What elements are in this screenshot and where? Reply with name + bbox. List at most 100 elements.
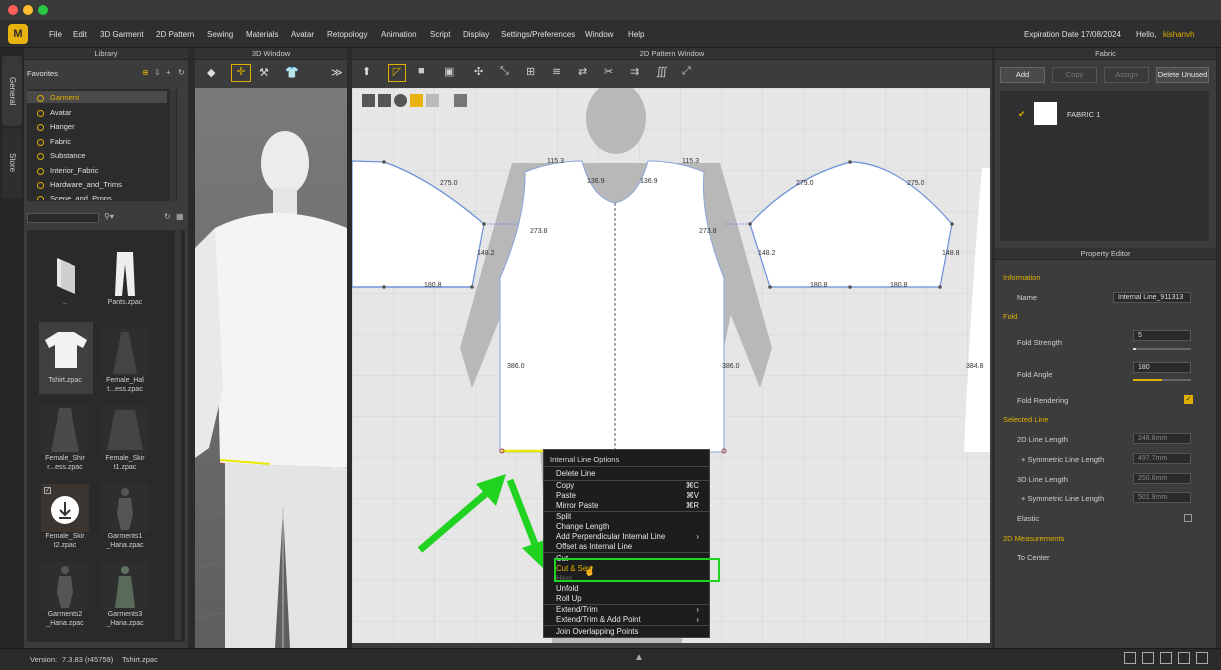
menu-file[interactable]: File xyxy=(49,30,62,39)
female-skirt1-item[interactable] xyxy=(101,406,149,454)
section-fold[interactable]: Fold xyxy=(1003,312,1018,321)
grid-tool-icon[interactable]: ⊞ xyxy=(526,65,535,78)
maximize-window-button[interactable] xyxy=(38,5,48,15)
plus-icon[interactable]: + xyxy=(166,68,171,77)
menu-window[interactable]: Window xyxy=(585,30,613,39)
library-search-input[interactable] xyxy=(27,213,99,223)
elastic-checkbox[interactable] xyxy=(1184,514,1192,522)
canvas-tool-icon[interactable] xyxy=(426,94,439,107)
menu-copy[interactable]: Copy xyxy=(556,481,574,490)
menu-roll-up[interactable]: Roll Up xyxy=(556,594,582,603)
menu-2d-pattern[interactable]: 2D Pattern xyxy=(156,30,194,39)
favorite-interior-fabric[interactable]: Interior_Fabric xyxy=(37,166,98,175)
transform-icon[interactable]: ✛ xyxy=(231,64,251,82)
menu-extend-trim-add-point[interactable]: Extend/Trim & Add Point xyxy=(556,615,641,624)
favorite-hanger[interactable]: Hanger xyxy=(37,122,75,131)
section-2d-measurements[interactable]: 2D Measurements xyxy=(1003,534,1064,543)
layout-triple-icon[interactable] xyxy=(1160,652,1172,664)
menu-offset-internal[interactable]: Offset as Internal Line xyxy=(556,542,632,551)
menu-avatar[interactable]: Avatar xyxy=(291,30,314,39)
polygon-icon[interactable]: ■ xyxy=(418,65,425,77)
download-icon[interactable]: ⇩ xyxy=(154,68,161,77)
menu-split[interactable]: Split xyxy=(556,512,571,521)
library-refresh-icon[interactable]: ↻ xyxy=(164,212,171,221)
sym3d-field[interactable]: 501.9mm xyxy=(1133,492,1191,503)
canvas-tool-icon[interactable] xyxy=(394,94,407,107)
dart-icon[interactable]: ⤢ xyxy=(682,65,691,78)
menu-paste[interactable]: Paste xyxy=(556,491,576,500)
tab-store[interactable]: Store xyxy=(2,128,22,198)
tab-general[interactable]: General xyxy=(2,56,22,126)
canvas-tool-icon[interactable] xyxy=(454,94,467,107)
fold-strength-slider[interactable] xyxy=(1133,348,1191,350)
garments2-item[interactable] xyxy=(41,562,89,610)
sewing-icon[interactable]: ✂ xyxy=(604,65,613,78)
edit-pattern-icon[interactable]: ◸ xyxy=(388,64,406,82)
canvas-tool-icon[interactable] xyxy=(362,94,375,107)
grid-view-icon[interactable]: ▦ xyxy=(176,212,184,221)
fold-angle-slider[interactable] xyxy=(1133,379,1191,381)
menu-settings[interactable]: Settings/Preferences xyxy=(501,30,575,39)
menu-help[interactable]: Help xyxy=(628,30,644,39)
minimize-window-button[interactable] xyxy=(23,5,33,15)
menu-add-perpendicular[interactable]: Add Perpendicular Internal Line xyxy=(556,532,665,541)
segment-sewing-icon[interactable]: ⇉ xyxy=(630,65,639,78)
favorite-avatar[interactable]: Avatar xyxy=(37,108,72,117)
sym2d-field[interactable]: 497.7mm xyxy=(1133,453,1191,464)
window-3d[interactable]: 3D Window ◆ ✛ ⚒ 👕 ≫ xyxy=(195,48,347,648)
menu-3d-garment[interactable]: 3D Garment xyxy=(100,30,144,39)
female-shirt-dress-item[interactable] xyxy=(41,406,89,454)
section-selected-line[interactable]: Selected Line xyxy=(1003,415,1048,424)
female-halter-item[interactable] xyxy=(101,328,149,376)
refresh-icon[interactable]: ↻ xyxy=(178,68,185,77)
to-center-label[interactable]: To Center xyxy=(1017,553,1050,562)
internal-point-icon[interactable]: ✣ xyxy=(474,65,483,78)
fold-icon[interactable]: ≋ xyxy=(552,65,561,78)
fabric-swatch[interactable] xyxy=(1034,102,1057,125)
favorite-garment[interactable]: Garment xyxy=(37,93,79,102)
layout-custom-icon[interactable] xyxy=(1196,652,1208,664)
menu-change-length[interactable]: Change Length xyxy=(556,522,609,531)
name-field[interactable]: Internal Line_911313 xyxy=(1113,292,1191,303)
favorite-scene[interactable]: Scene_and_Props xyxy=(37,194,112,200)
menu-delete-line[interactable]: Delete Line xyxy=(556,469,595,478)
garments1-item[interactable] xyxy=(101,484,149,532)
delete-unused-button[interactable]: Delete Unused xyxy=(1156,67,1209,83)
menu-display[interactable]: Display xyxy=(463,30,489,39)
search-icon[interactable]: ⚲▾ xyxy=(104,212,114,221)
checkbox-icon[interactable]: ✓ xyxy=(44,487,51,494)
len3d-field[interactable]: 250.6mm xyxy=(1133,473,1191,484)
internal-line-icon[interactable]: ⤡ xyxy=(500,65,509,78)
pin-icon[interactable]: ⚒ xyxy=(259,66,269,79)
tshirt-tool-icon[interactable]: 👕 xyxy=(285,66,299,79)
menu-edit[interactable]: Edit xyxy=(73,30,87,39)
assign-fabric-button[interactable]: Assign xyxy=(1104,67,1149,83)
expand-up-icon[interactable]: ▲ xyxy=(634,652,644,663)
favorite-fabric[interactable]: Fabric xyxy=(37,137,71,146)
layout-quad-icon[interactable] xyxy=(1178,652,1190,664)
pants-item[interactable] xyxy=(101,250,149,298)
layout-single-icon[interactable] xyxy=(1124,652,1136,664)
transform-pattern-icon[interactable]: ⬆ xyxy=(362,65,371,78)
copy-fabric-button[interactable]: Copy xyxy=(1052,67,1097,83)
rectangle-icon[interactable]: ▣ xyxy=(444,65,454,78)
menu-unfold[interactable]: Unfold xyxy=(556,584,579,593)
pleat-icon[interactable]: ∭ xyxy=(656,65,668,78)
menu-mirror-paste[interactable]: Mirror Paste xyxy=(556,501,598,510)
menu-animation[interactable]: Animation xyxy=(381,30,417,39)
favorite-hardware[interactable]: Hardware_and_Trims xyxy=(37,180,122,189)
fold-rendering-checkbox[interactable]: ✓ xyxy=(1184,395,1193,404)
canvas-tool-icon[interactable] xyxy=(378,94,391,107)
favorite-substance[interactable]: Substance xyxy=(37,151,85,160)
menu-materials[interactable]: Materials xyxy=(246,30,278,39)
menu-sewing[interactable]: Sewing xyxy=(207,30,233,39)
favorites-scrollbar[interactable] xyxy=(170,89,176,201)
add-fabric-button[interactable]: Add xyxy=(1000,67,1045,83)
username[interactable]: kishanvh xyxy=(1163,30,1195,39)
menu-join-overlapping[interactable]: Join Overlapping Points xyxy=(556,627,638,636)
section-information[interactable]: Information xyxy=(1003,273,1041,282)
len2d-field[interactable]: 248.8mm xyxy=(1133,433,1191,444)
fabric-name[interactable]: FABRIC 1 xyxy=(1067,110,1100,119)
fold-angle-field[interactable]: 180 xyxy=(1133,362,1191,373)
menu-retopology[interactable]: Retopology xyxy=(327,30,367,39)
